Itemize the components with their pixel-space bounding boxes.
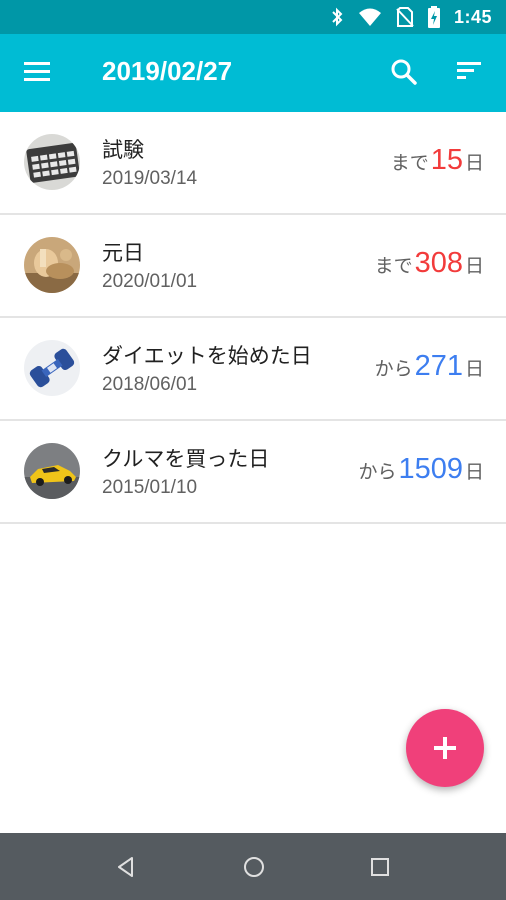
count-number: 1509 [398, 453, 463, 485]
avatar [24, 237, 80, 293]
list-item[interactable]: 元日 2020/01/01 まで 308 日 [0, 215, 506, 318]
countdown-list: 試験 2019/03/14 まで 15 日 元日 2020/01/01 まで 3… [0, 112, 506, 524]
count-number: 308 [414, 247, 463, 279]
count-number: 271 [414, 350, 463, 382]
list-item[interactable]: 試験 2019/03/14 まで 15 日 [0, 112, 506, 215]
search-icon [391, 59, 417, 85]
day-count: から 1509 日 [358, 453, 484, 486]
page-title: 2019/02/27 [102, 56, 233, 86]
no-sim-icon [396, 7, 414, 27]
count-suffix: 日 [464, 358, 484, 380]
calculator-image-icon [24, 134, 80, 190]
menu-icon [24, 62, 50, 81]
avatar [24, 340, 80, 396]
item-date: 2020/01/01 [102, 271, 198, 292]
bluetooth-icon [332, 7, 343, 27]
item-title: ダイエットを始めた日 [102, 344, 312, 368]
home-icon [244, 857, 264, 877]
car-image-icon [24, 443, 80, 499]
plus-icon [434, 737, 456, 759]
item-date: 2019/03/14 [102, 168, 198, 189]
list-item[interactable]: ダイエットを始めた日 2018/06/01 から 271 日 [0, 318, 506, 421]
home-button[interactable] [240, 853, 268, 881]
list-item[interactable]: クルマを買った日 2015/01/10 から 1509 日 [0, 421, 506, 524]
count-prefix: まで [390, 152, 429, 174]
new-year-image-icon [24, 237, 80, 293]
count-number: 15 [430, 144, 463, 176]
status-bar: 1:45 [0, 0, 506, 34]
battery-icon [427, 6, 440, 28]
item-title: 試験 [102, 138, 144, 162]
sort-button[interactable] [454, 58, 488, 88]
app-bar: 2019/02/27 [0, 34, 506, 112]
recents-button[interactable] [366, 853, 394, 881]
dumbbell-image-icon [24, 340, 80, 396]
day-count: から 271 日 [375, 350, 484, 383]
item-date: 2015/01/10 [102, 477, 198, 498]
menu-button[interactable] [22, 59, 58, 87]
count-suffix: 日 [464, 255, 484, 277]
item-title: クルマを買った日 [102, 447, 270, 471]
back-icon [118, 857, 133, 877]
item-date: 2018/06/01 [102, 374, 198, 395]
recents-icon [371, 858, 389, 876]
avatar [24, 134, 80, 190]
count-suffix: 日 [464, 152, 484, 174]
search-button[interactable] [388, 56, 422, 90]
day-count: まで 308 日 [375, 247, 484, 280]
add-button[interactable] [406, 709, 484, 787]
item-title: 元日 [102, 241, 144, 265]
avatar [24, 443, 80, 499]
count-suffix: 日 [464, 461, 484, 483]
count-prefix: から [358, 461, 397, 483]
day-count: まで 15 日 [391, 144, 484, 177]
system-nav-bar [0, 833, 506, 900]
sort-icon [457, 62, 481, 79]
back-button[interactable] [112, 853, 140, 881]
status-time: 1:45 [453, 6, 492, 27]
count-prefix: から [374, 358, 413, 380]
wifi-icon [358, 8, 381, 26]
count-prefix: まで [374, 255, 413, 277]
